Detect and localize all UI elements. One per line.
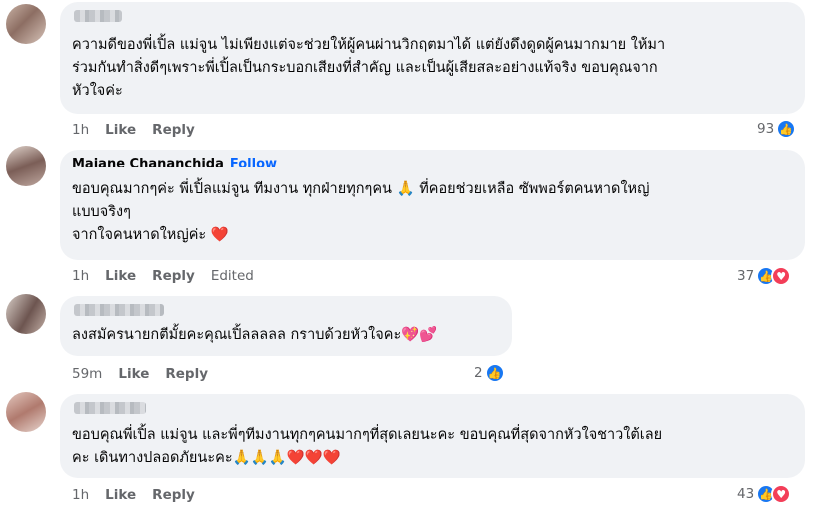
- reply-button[interactable]: Reply: [165, 366, 208, 382]
- comment-time[interactable]: 1h: [72, 268, 89, 284]
- reaction-count: 2: [474, 365, 483, 381]
- like-icon: 👍: [484, 363, 505, 383]
- love-icon: ♥: [771, 484, 792, 504]
- reaction-summary[interactable]: 37 👍 ♥: [737, 266, 792, 286]
- author-name[interactable]: Majane Chananchida Follow: [72, 158, 277, 167]
- avatar[interactable]: [6, 294, 46, 334]
- avatar[interactable]: [6, 146, 46, 186]
- comment-text: ลงสมัครนายกตีมั้ยคะคุณเปิ้ลลลลล กราบด้วย…: [72, 324, 437, 347]
- reaction-summary[interactable]: 43 👍 ♥: [737, 484, 792, 504]
- comment-actions: 1h Like Reply: [72, 487, 195, 503]
- comment-bubble: ลงสมัครนายกตีมั้ยคะคุณเปิ้ลลลลล กราบด้วย…: [60, 296, 512, 356]
- comment-time[interactable]: 59m: [72, 366, 102, 382]
- comment-actions: 59m Like Reply: [72, 366, 208, 382]
- comment-text-body: ลงสมัครนายกตีมั้ยคะคุณเปิ้ลลลลล กราบด้วย…: [72, 327, 402, 343]
- comment-bubble: Majane Chananchida Follow ขอบคุณมากๆค่ะ พ…: [60, 150, 805, 260]
- love-icon: ♥: [771, 266, 792, 286]
- comment-text: ขอบคุณพี่เปิ้ล แม่จูน และพี่ๆทีมงานทุกๆค…: [72, 424, 662, 470]
- comment-actions: 1h Like Reply: [72, 122, 195, 138]
- reaction-summary[interactable]: 2 👍: [474, 363, 505, 383]
- author-name-blurred[interactable]: [74, 10, 122, 22]
- follow-link[interactable]: Follow: [230, 158, 277, 167]
- avatar[interactable]: [6, 392, 46, 432]
- author-name-text[interactable]: Majane Chananchida: [72, 158, 224, 167]
- avatar[interactable]: [6, 4, 46, 44]
- reaction-count: 93: [757, 121, 775, 137]
- comment-bubble: ความดีของพี่เปิ้ล แม่จูน ไม่เพียงแต่จะช่…: [60, 2, 805, 114]
- author-name-blurred[interactable]: [74, 304, 164, 316]
- heart-emoji: ❤️: [210, 227, 229, 243]
- comment-time[interactable]: 1h: [72, 487, 89, 503]
- reaction-summary[interactable]: 93 👍: [757, 119, 797, 139]
- reaction-count: 43: [737, 486, 755, 502]
- heart-emoji: ❤️❤️❤️: [286, 450, 341, 466]
- like-button[interactable]: Like: [105, 268, 136, 284]
- comment-text-body: ขอบคุณพี่เปิ้ล แม่จูน และพี่ๆทีมงานทุกๆค…: [72, 427, 663, 466]
- like-button[interactable]: Like: [105, 122, 136, 138]
- comment-bubble: ขอบคุณพี่เปิ้ล แม่จูน และพี่ๆทีมงานทุกๆค…: [60, 394, 805, 478]
- reply-button[interactable]: Reply: [152, 268, 195, 284]
- reply-button[interactable]: Reply: [152, 122, 195, 138]
- like-button[interactable]: Like: [105, 487, 136, 503]
- comment-text-body: ขอบคุณมากๆค่ะ พี่เปิ้ลแม่จูน ทีมงาน ทุกฝ…: [72, 181, 650, 243]
- reply-button[interactable]: Reply: [152, 487, 195, 503]
- like-icon: 👍: [776, 119, 797, 139]
- comment-time[interactable]: 1h: [72, 122, 89, 138]
- reaction-count: 37: [737, 268, 755, 284]
- comment-text: ขอบคุณมากๆค่ะ พี่เปิ้ลแม่จูน ทีมงาน ทุกฝ…: [72, 178, 649, 247]
- edited-label[interactable]: Edited: [211, 268, 254, 284]
- author-name-blurred[interactable]: [74, 402, 146, 414]
- comment-actions: 1h Like Reply Edited: [72, 268, 254, 284]
- like-button[interactable]: Like: [118, 366, 149, 382]
- heart-emoji: 💖💕: [401, 327, 438, 343]
- comment-text: ความดีของพี่เปิ้ล แม่จูน ไม่เพียงแต่จะช่…: [72, 37, 666, 99]
